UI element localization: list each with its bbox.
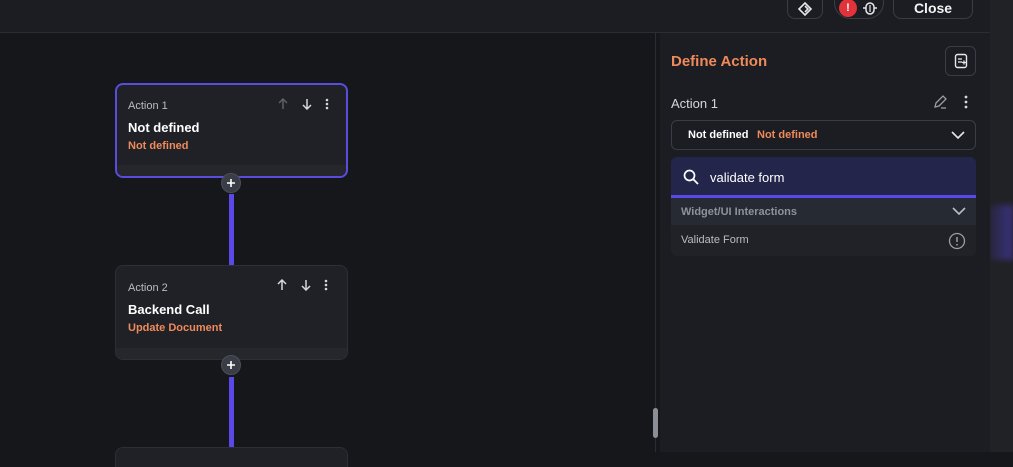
result-item-validate-form[interactable]: Validate Form xyxy=(671,225,976,256)
action-label: Action 2 xyxy=(128,282,168,294)
action-subtitle: Not defined xyxy=(128,140,189,152)
move-up-icon[interactable] xyxy=(276,97,290,111)
current-action-label: Action 1 xyxy=(671,96,718,111)
more-options-icon[interactable] xyxy=(319,278,333,292)
plus-icon xyxy=(227,361,235,369)
plus-icon xyxy=(227,179,235,187)
dropdown-subvalue: Not defined xyxy=(757,129,818,141)
dropdown-value: Not defined xyxy=(688,129,749,141)
panel-splitter[interactable] xyxy=(650,33,660,452)
chevron-down-icon xyxy=(952,207,966,216)
action-card-2[interactable]: Action 2 Backend Call Update Document xyxy=(115,265,348,360)
action-flow-canvas: Action 1 Not defined Not defined Action … xyxy=(0,33,650,467)
bug-icon xyxy=(863,1,877,15)
group-label: Widget/UI Interactions xyxy=(681,206,798,218)
debug-button[interactable]: ! xyxy=(834,0,884,19)
add-action-button[interactable] xyxy=(221,173,241,193)
more-options-icon[interactable] xyxy=(960,94,972,115)
action-card-3[interactable] xyxy=(115,447,348,467)
panel-title: Define Action xyxy=(671,53,768,70)
close-button[interactable]: Close xyxy=(893,0,973,19)
action-subtitle: Update Document xyxy=(128,322,223,334)
document-add-icon xyxy=(954,53,967,69)
documentation-button[interactable] xyxy=(945,46,976,76)
lens-button[interactable] xyxy=(787,0,823,19)
move-up-icon[interactable] xyxy=(275,278,289,292)
action-label: Action 1 xyxy=(128,100,168,112)
result-item-label: Validate Form xyxy=(681,234,749,246)
add-action-button[interactable] xyxy=(221,355,241,375)
action-type-dropdown[interactable]: Not defined Not defined xyxy=(671,120,976,150)
edit-icon[interactable] xyxy=(932,94,948,115)
right-edge-strip xyxy=(990,0,1013,452)
error-badge: ! xyxy=(839,0,857,17)
move-down-icon[interactable] xyxy=(300,97,314,111)
search-results: Widget/UI Interactions Validate Form xyxy=(671,198,976,256)
action-name: Not defined xyxy=(128,120,200,135)
info-icon[interactable] xyxy=(948,232,966,250)
search-value: validate form xyxy=(710,170,785,185)
result-group-header[interactable]: Widget/UI Interactions xyxy=(671,198,976,225)
action-name: Backend Call xyxy=(128,302,210,317)
scroll-handle[interactable] xyxy=(653,408,658,438)
connector-line xyxy=(229,194,234,265)
chevron-down-icon xyxy=(951,131,965,140)
lens-icon xyxy=(797,1,813,16)
connector-line xyxy=(229,377,234,452)
action-card-1[interactable]: Action 1 Not defined Not defined xyxy=(115,83,348,178)
top-bar: ! Close xyxy=(0,0,990,33)
define-action-panel: Define Action Action 1 Not defined Not d… xyxy=(660,33,990,452)
action-search-input[interactable]: validate form xyxy=(671,157,976,198)
more-options-icon[interactable] xyxy=(320,97,334,111)
move-down-icon[interactable] xyxy=(299,278,313,292)
search-icon xyxy=(683,169,699,185)
